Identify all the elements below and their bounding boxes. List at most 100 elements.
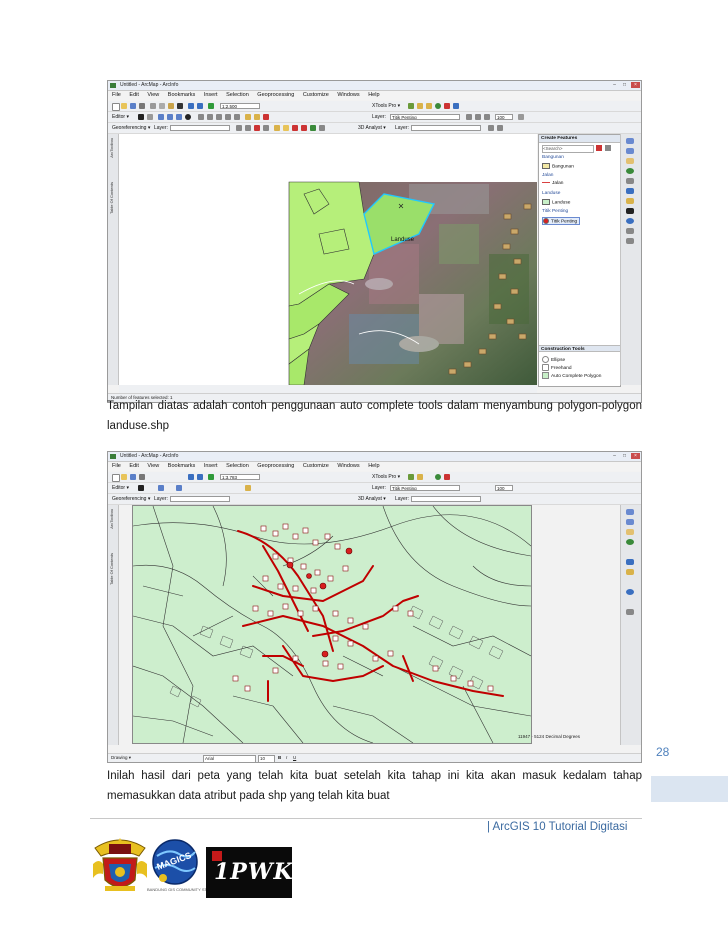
edit-tool-icon[interactable] <box>138 114 144 120</box>
copy-icon[interactable] <box>159 103 165 109</box>
organize-templates-icon[interactable] <box>596 145 602 151</box>
menu-help-2[interactable]: Help <box>368 463 379 469</box>
editor-menu[interactable]: Editor ▾ <box>112 114 129 120</box>
drawing-menu-2[interactable]: Drawing ▾ <box>111 754 131 762</box>
cut-polygons-icon[interactable] <box>216 114 222 120</box>
menu-selection[interactable]: Selection <box>226 92 249 98</box>
menu-insert[interactable]: Insert <box>204 92 218 98</box>
end-point-arc-icon[interactable] <box>167 114 173 120</box>
template-landuse[interactable]: Landuse <box>542 199 570 205</box>
menu-windows[interactable]: Windows <box>337 92 359 98</box>
editor-toolbar-icon-2[interactable] <box>408 474 414 480</box>
underline-button-2[interactable]: U <box>293 754 296 762</box>
search-icon[interactable] <box>435 103 441 109</box>
hyperlink-icon[interactable] <box>283 125 289 131</box>
tool-ellipse[interactable]: Ellipse <box>542 356 565 363</box>
minimize-button-2[interactable]: – <box>610 453 619 459</box>
full-extent-icon[interactable] <box>626 168 634 174</box>
select-elements-icon[interactable] <box>626 208 634 214</box>
measure-tool-icon[interactable] <box>626 238 634 244</box>
find-icon[interactable] <box>626 228 634 234</box>
map-canvas-2[interactable] <box>132 505 532 744</box>
3d-analyst-menu[interactable]: 3D Analyst ▾ <box>358 125 386 131</box>
paste-icon[interactable] <box>168 103 174 109</box>
new-document-icon-2[interactable] <box>112 474 120 482</box>
steepest-path-icon[interactable] <box>497 125 503 131</box>
rotate-map-icon[interactable] <box>236 125 242 131</box>
zoom-out-icon[interactable] <box>626 148 634 154</box>
html-popup-icon[interactable] <box>292 125 298 131</box>
font-size-select-2[interactable]: 10 <box>258 755 275 762</box>
xtools-menu-2[interactable]: XTools Pro ▾ <box>372 474 400 480</box>
undo-icon-2[interactable] <box>188 474 194 480</box>
straight-segment-icon-2[interactable] <box>158 485 164 491</box>
cut-icon[interactable] <box>150 103 156 109</box>
menu-windows-2[interactable]: Windows <box>337 463 359 469</box>
menu-geoprocessing-2[interactable]: Geoprocessing <box>257 463 294 469</box>
contrast-icon[interactable] <box>518 114 524 120</box>
zoom-in-icon[interactable] <box>626 138 634 144</box>
bold-button-2[interactable]: B <box>278 754 281 762</box>
undo-icon[interactable] <box>188 103 194 109</box>
zoom-out-icon-2[interactable] <box>626 519 634 525</box>
menu-help[interactable]: Help <box>368 92 379 98</box>
menu-file-2[interactable]: File <box>112 463 121 469</box>
open-icon[interactable] <box>121 103 127 109</box>
menu-insert-2[interactable]: Insert <box>204 463 218 469</box>
analyst-layer-select[interactable] <box>411 125 481 131</box>
close-button[interactable]: × <box>631 82 640 88</box>
redo-icon-2[interactable] <box>197 474 203 480</box>
menu-customize-2[interactable]: Customize <box>303 463 329 469</box>
menu-edit[interactable]: Edit <box>129 92 138 98</box>
identify-icon[interactable] <box>274 125 280 131</box>
redo-icon[interactable] <box>197 103 203 109</box>
back-extent-icon-2[interactable] <box>626 559 634 565</box>
edit-vertices-icon[interactable] <box>198 114 204 120</box>
measure-icon[interactable] <box>301 125 307 131</box>
sketch-properties-icon[interactable] <box>254 114 260 120</box>
select-features-icon-2[interactable] <box>626 569 634 575</box>
tool-freehand[interactable]: Freehand <box>542 364 572 371</box>
layer-select[interactable]: Titik Penting <box>390 114 460 120</box>
menu-geoprocessing[interactable]: Geoprocessing <box>257 92 294 98</box>
table-of-contents-tab-2[interactable]: Table Of Contents <box>109 553 114 585</box>
delete-icon[interactable] <box>177 103 183 109</box>
trace-icon[interactable] <box>176 114 182 120</box>
zoom-percent-input-2[interactable]: 100 <box>495 485 513 491</box>
new-document-icon[interactable] <box>112 103 120 111</box>
add-control-points-icon[interactable] <box>254 125 260 131</box>
editor-toolbar-icon[interactable] <box>408 103 414 109</box>
split-icon[interactable] <box>225 114 231 120</box>
zoom-in-icon-2[interactable] <box>626 509 634 515</box>
font-name-select-2[interactable]: Arial <box>203 755 256 762</box>
arctoolbox-tab-2[interactable]: ArcToolbox <box>109 509 114 529</box>
pan-icon[interactable] <box>626 158 634 164</box>
menu-selection-2[interactable]: Selection <box>226 463 249 469</box>
reshape-icon[interactable] <box>207 114 213 120</box>
template-properties-icon[interactable] <box>605 145 611 151</box>
find-route-icon[interactable] <box>310 125 316 131</box>
table-icon[interactable] <box>417 103 423 109</box>
arctoolbox-tab[interactable]: ArcToolbox <box>109 138 114 158</box>
xtools-menu[interactable]: XTools Pro ▾ <box>372 103 400 109</box>
map-canvas[interactable]: Landuse <box>119 134 537 385</box>
shift-icon[interactable] <box>245 125 251 131</box>
menu-file[interactable]: File <box>112 92 121 98</box>
select-features-icon[interactable] <box>626 198 634 204</box>
straight-segment-icon[interactable] <box>158 114 164 120</box>
save-icon[interactable] <box>130 103 136 109</box>
pan-icon-2[interactable] <box>626 529 634 535</box>
add-data-icon[interactable] <box>208 103 214 109</box>
edit-tool-icon-2[interactable] <box>138 485 144 491</box>
map-scale-input-2[interactable]: 1:3,783 <box>220 474 260 480</box>
table-of-contents-tab[interactable]: Table Of Contents <box>109 182 114 214</box>
menu-bookmarks-2[interactable]: Bookmarks <box>168 463 196 469</box>
create-features-icon[interactable] <box>263 114 269 120</box>
maximize-button[interactable]: □ <box>620 82 629 88</box>
georeferencing-menu-2[interactable]: Georeferencing ▾ <box>112 496 150 502</box>
flicker-icon[interactable] <box>484 114 490 120</box>
python-icon[interactable] <box>453 103 459 109</box>
add-data-icon-2[interactable] <box>208 474 214 480</box>
arctoolbox-icon[interactable] <box>444 103 450 109</box>
full-extent-icon-2[interactable] <box>626 539 634 545</box>
